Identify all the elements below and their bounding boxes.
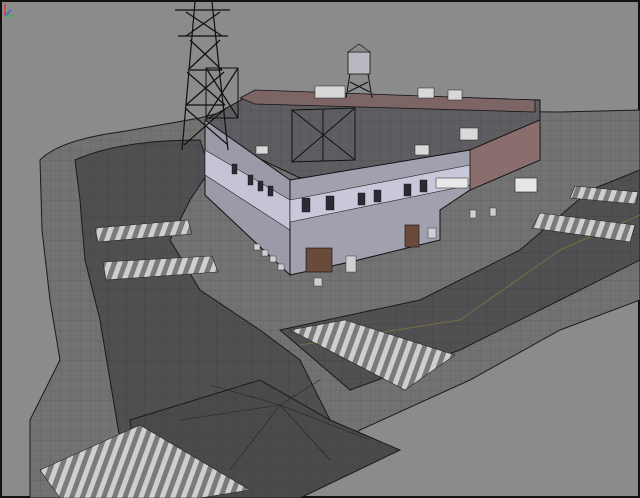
side-door — [404, 224, 420, 248]
garage-door — [305, 247, 333, 273]
axis-gizmo-icon — [4, 4, 14, 17]
water-tower — [345, 43, 373, 99]
3d-viewport[interactable] — [0, 0, 640, 498]
parked-van — [514, 177, 538, 193]
scene-render — [29, 1, 640, 498]
